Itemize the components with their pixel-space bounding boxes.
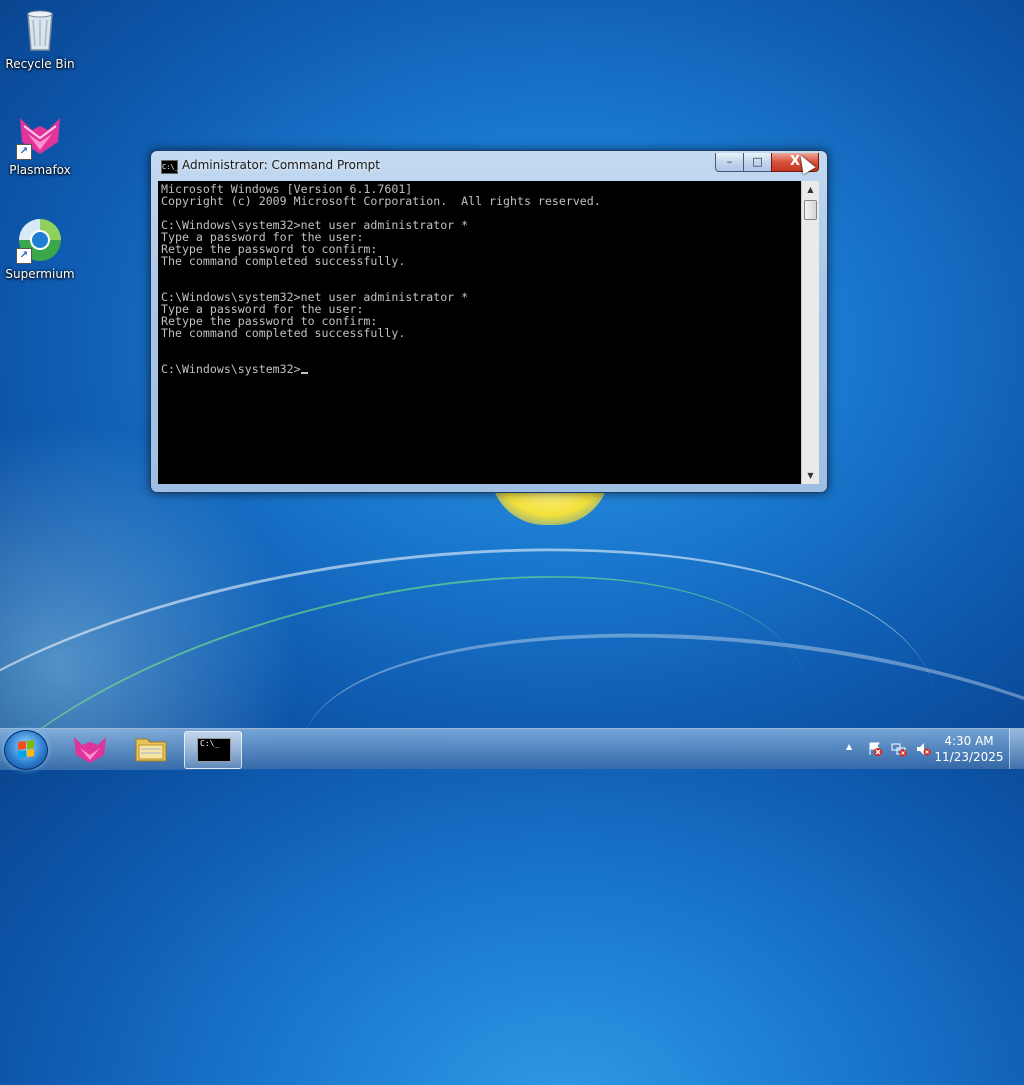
cmd-icon: C:\_	[197, 738, 231, 762]
desktop-icon-supermium[interactable]: ↗ Supermium	[0, 216, 80, 281]
console-output: Microsoft Windows [Version 6.1.7601] Cop…	[161, 182, 601, 376]
shortcut-arrow-icon: ↗	[16, 248, 32, 264]
desktop-icon-label: Supermium	[5, 267, 75, 281]
volume-muted-icon[interactable]	[915, 741, 931, 757]
clock-date: 11/23/2025	[934, 750, 1004, 764]
minimize-button[interactable]: –	[715, 153, 744, 172]
console-area[interactable]: Microsoft Windows [Version 6.1.7601] Cop…	[158, 181, 801, 484]
window-title: Administrator: Command Prompt	[182, 158, 380, 172]
maximize-button[interactable]: □	[743, 153, 772, 172]
show-desktop-button[interactable]	[1009, 729, 1024, 769]
recycle-bin-icon	[16, 6, 64, 54]
plasmafox-icon	[74, 737, 106, 763]
folder-icon	[135, 738, 167, 762]
desktop-icon-recycle-bin[interactable]: Recycle Bin	[0, 6, 80, 71]
plasmafox-icon: ↗	[16, 112, 64, 160]
window-titlebar[interactable]: C:\_ Administrator: Command Prompt – □ X	[151, 151, 827, 181]
wallpaper-swoosh	[286, 593, 1024, 991]
scroll-thumb[interactable]	[804, 200, 817, 220]
scroll-up-button[interactable]: ▲	[802, 181, 819, 198]
taskbar-command-prompt[interactable]: C:\_	[184, 731, 242, 769]
cmd-icon-text: C:\_	[200, 739, 220, 748]
cmd-icon: C:\_	[161, 160, 179, 174]
windows-logo-icon	[18, 740, 34, 758]
taskbar-file-explorer[interactable]	[123, 731, 179, 767]
tray-expand-icon[interactable]: ▲	[846, 742, 852, 751]
clock-time: 4:30 AM	[944, 734, 994, 748]
vertical-scrollbar[interactable]: ▲ ▼	[801, 181, 819, 484]
supermium-icon: ↗	[16, 216, 64, 264]
clock[interactable]: 4:30 AM 11/23/2025	[934, 733, 1004, 765]
scroll-down-button[interactable]: ▼	[802, 467, 819, 484]
command-prompt-window[interactable]: C:\_ Administrator: Command Prompt – □ X…	[150, 150, 828, 493]
desktop-icon-plasmafox[interactable]: ↗ Plasmafox	[0, 112, 80, 177]
taskbar: C:\_ ▲ 4:30 AM 11/23/2025	[0, 728, 1024, 770]
network-icon[interactable]	[891, 741, 907, 757]
action-center-flag-icon[interactable]	[867, 741, 883, 757]
text-cursor	[300, 372, 308, 374]
taskbar-plasmafox[interactable]	[62, 731, 118, 767]
system-tray: ▲	[842, 729, 942, 769]
start-button[interactable]	[4, 730, 48, 770]
desktop-icon-label: Plasmafox	[9, 163, 71, 177]
desktop-icon-label: Recycle Bin	[5, 57, 75, 71]
shortcut-arrow-icon: ↗	[16, 144, 32, 160]
